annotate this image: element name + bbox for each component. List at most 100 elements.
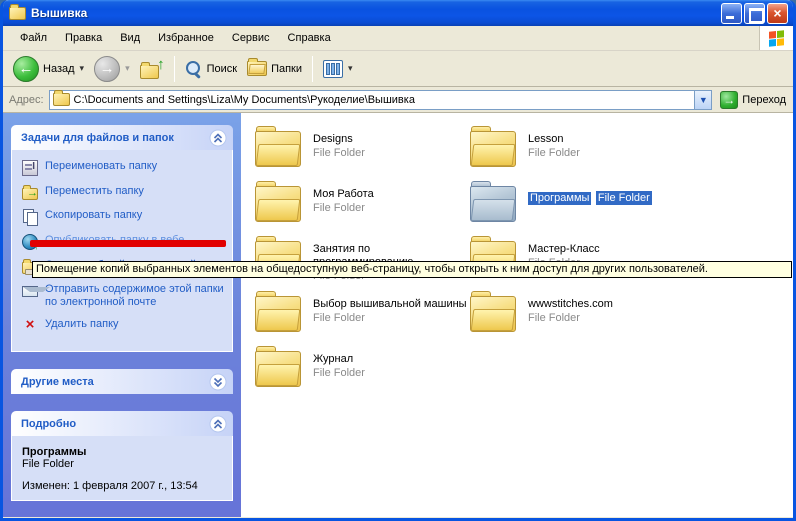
folder-name: wwwstitches.com	[528, 298, 613, 311]
folder-name: Программы	[528, 192, 591, 205]
close-button[interactable]: ×	[767, 3, 788, 24]
other-places-panel: Другие места	[11, 369, 233, 394]
folder-type: File Folder	[528, 311, 613, 325]
folder-type: File Folder	[528, 146, 580, 160]
folder-name: Журнал	[313, 353, 365, 366]
title-bar[interactable]: Вышивка ×	[3, 0, 793, 26]
folder-icon	[255, 186, 301, 222]
file-list-area: Designs File Folder Lesson File Folder М…	[241, 113, 793, 517]
maximize-button[interactable]	[744, 3, 765, 24]
details-title: Подробно	[21, 418, 76, 430]
selected-item-type: File Folder	[22, 458, 226, 470]
task-copy-folder[interactable]: Скопировать папку	[22, 209, 226, 225]
folder-item-moya-rabota[interactable]: Моя Работа File Folder	[255, 182, 470, 237]
task-delete-folder[interactable]: × Удалить папку	[22, 318, 226, 334]
up-button[interactable]: ↑	[136, 57, 168, 81]
back-label: Назад	[43, 63, 75, 75]
details-panel: Подробно Программы File Folder Изменен: …	[11, 411, 233, 501]
selected-item-modified: Изменен: 1 февраля 2007 г., 13:54	[22, 480, 226, 492]
folders-button[interactable]: Папки	[243, 59, 306, 78]
folder-name: Designs	[313, 133, 365, 146]
expand-chevron-icon[interactable]	[209, 373, 227, 391]
folder-name: Мастер-Класс	[528, 243, 600, 256]
menu-file[interactable]: Файл	[11, 28, 56, 48]
folder-item-zhurnal[interactable]: Журнал File Folder	[255, 347, 470, 402]
task-pane: Задачи для файлов и папок Переименовать …	[3, 113, 241, 517]
address-bar: Адрес: C:\Documents and Settings\Liza\My…	[3, 87, 793, 113]
folder-type: File Folder	[596, 191, 652, 205]
minimize-button[interactable]	[721, 3, 742, 24]
menu-edit[interactable]: Правка	[56, 28, 111, 48]
folder-name: Моя Работа	[313, 188, 374, 201]
folder-item-programmy-selected[interactable]: Программы File Folder	[470, 182, 685, 237]
folders-label: Папки	[271, 63, 302, 75]
menu-favorites[interactable]: Избранное	[149, 28, 223, 48]
folder-item-designs[interactable]: Designs File Folder	[255, 127, 470, 182]
windows-flag-icon	[769, 30, 784, 47]
address-dropdown-button[interactable]: ▼	[694, 91, 711, 109]
task-email-folder[interactable]: Отправить содержимое этой папки по элект…	[22, 283, 226, 309]
go-label: Переход	[742, 94, 786, 106]
toolbar: ← Назад ▾ → ▾ ↑ Поиск Папки ▾	[3, 51, 793, 87]
back-button[interactable]: ← Назад ▾	[9, 54, 88, 84]
collapse-chevron-icon[interactable]	[209, 415, 227, 433]
move-folder-icon	[22, 188, 38, 200]
back-dropdown-icon[interactable]: ▾	[80, 63, 85, 74]
collapse-chevron-icon[interactable]	[209, 129, 227, 147]
folder-icon-selected	[470, 186, 516, 222]
menu-view[interactable]: Вид	[111, 28, 149, 48]
tasks-panel-header[interactable]: Задачи для файлов и папок	[11, 125, 233, 150]
other-places-header[interactable]: Другие места	[11, 369, 233, 394]
task-move-folder[interactable]: Переместить папку	[22, 185, 226, 200]
email-icon	[22, 286, 38, 297]
address-folder-icon	[53, 93, 70, 106]
task-rename-folder[interactable]: Переименовать папку	[22, 160, 226, 176]
folder-icon	[470, 296, 516, 332]
copy-icon	[22, 209, 38, 225]
views-dropdown-icon[interactable]: ▾	[348, 63, 353, 74]
details-header[interactable]: Подробно	[11, 411, 233, 436]
windows-logo	[759, 26, 793, 50]
forward-dropdown-icon[interactable]: ▾	[125, 63, 130, 74]
rename-icon	[22, 160, 38, 176]
folder-type: File Folder	[313, 311, 467, 325]
folder-type: File Folder	[313, 201, 374, 215]
go-button[interactable]: → Переход	[717, 90, 789, 110]
publish-tooltip: Помещение копий выбранных элементов на о…	[32, 261, 792, 278]
folders-icon	[247, 61, 267, 76]
forward-arrow-icon: →	[94, 56, 120, 82]
go-arrow-icon: →	[720, 91, 738, 109]
folder-item-wwwstitches[interactable]: wwwstitches.com File Folder	[470, 292, 685, 347]
folder-item-lesson[interactable]: Lesson File Folder	[470, 127, 685, 182]
window-title: Вышивка	[31, 6, 716, 20]
toolbar-separator	[312, 56, 313, 82]
selected-item-name: Программы	[22, 446, 226, 458]
forward-button[interactable]: → ▾	[90, 54, 134, 84]
folder-type: File Folder	[313, 366, 365, 380]
address-path[interactable]: C:\Documents and Settings\Liza\My Docume…	[74, 94, 691, 106]
search-label: Поиск	[207, 63, 237, 75]
toolbar-separator	[174, 56, 175, 82]
views-icon	[323, 60, 343, 78]
search-button[interactable]: Поиск	[181, 58, 241, 80]
menu-bar: Файл Правка Вид Избранное Сервис Справка	[3, 26, 793, 51]
file-folder-tasks-panel: Задачи для файлов и папок Переименовать …	[11, 125, 233, 352]
menu-tools[interactable]: Сервис	[223, 28, 279, 48]
folder-name: Lesson	[528, 133, 580, 146]
tasks-panel-title: Задачи для файлов и папок	[21, 132, 174, 144]
address-label: Адрес:	[9, 94, 44, 106]
folder-icon	[255, 296, 301, 332]
back-arrow-icon: ←	[13, 56, 39, 82]
folder-icon	[255, 131, 301, 167]
views-button[interactable]: ▾	[319, 58, 357, 80]
up-folder-icon: ↑	[140, 59, 164, 79]
menu-help[interactable]: Справка	[279, 28, 340, 48]
folder-icon	[255, 351, 301, 387]
content-area: Задачи для файлов и папок Переименовать …	[3, 113, 793, 517]
folder-item-vybor-mashiny[interactable]: Выбор вышивальной машины File Folder	[255, 292, 470, 347]
address-combo[interactable]: C:\Documents and Settings\Liza\My Docume…	[49, 90, 713, 110]
explorer-window: Вышивка × Файл Правка Вид Избранное Серв…	[0, 0, 796, 521]
folder-icon	[470, 131, 516, 167]
folder-name: Выбор вышивальной машины	[313, 298, 467, 311]
delete-icon: ×	[22, 318, 38, 334]
